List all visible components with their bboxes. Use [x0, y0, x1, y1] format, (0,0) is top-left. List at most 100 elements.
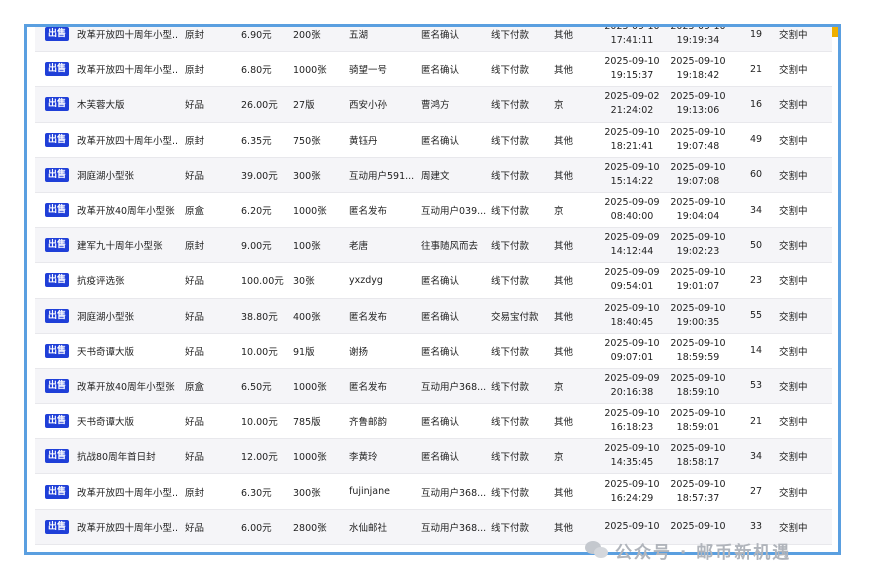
- deal-time: 2025-09-10 19:13:06: [667, 87, 729, 121]
- seller-name[interactable]: yxzdyg: [349, 263, 417, 297]
- deal-clock: 19:02:23: [676, 246, 720, 258]
- shipping-region: 京: [554, 381, 564, 393]
- item-name[interactable]: 建军九十周年小型张: [77, 228, 177, 262]
- seller-name[interactable]: 老唐: [349, 228, 417, 262]
- table-row[interactable]: 出售 改革开放四十周年小型... 原封 6.30元 300张 fujinjane 互动用户3…: [35, 474, 832, 510]
- buyer-name: 周建文: [421, 170, 450, 182]
- deal-date: 2025-09-10: [670, 91, 726, 103]
- post-date: 2025-09-10: [604, 27, 659, 34]
- item-price: 6.80元: [241, 65, 272, 77]
- status-badge: 交割中: [779, 206, 808, 218]
- item-price: 6.00元: [241, 522, 272, 534]
- seller-name[interactable]: fujinjane: [349, 474, 417, 508]
- seller-name[interactable]: 匿名发布: [349, 193, 417, 227]
- deal-date: 2025-09-10: [670, 56, 726, 68]
- table-row[interactable]: 出售 改革开放四十周年小型... 原封 6.35元 750张 黄钰丹 匿名确认 线下付款 其他 2…: [35, 123, 832, 158]
- table-row[interactable]: 出售 洞庭湖小型张 好品 38.80元 400张 匿名发布 匿名确认 交易宝付款 其他 2025-…: [35, 298, 832, 334]
- shipping-region: 其他: [554, 276, 574, 288]
- item-name[interactable]: 改革开放40周年小型张: [77, 193, 177, 227]
- table-row[interactable]: 出售 改革开放40周年小型张 原盒 6.50元 1000张 匿名发布 互动用户368... 线…: [35, 368, 832, 405]
- buyer-name: 匿名确认: [421, 30, 460, 42]
- seller-name[interactable]: 黄钰丹: [349, 123, 417, 157]
- item-quantity: 1000张: [293, 381, 327, 393]
- table-row[interactable]: 出售 建军九十周年小型张 原封 9.00元 100张 老唐 往事随风而去 线下付款 其他 2025…: [35, 228, 832, 264]
- table-row[interactable]: 出售 木芙蓉大版 好品 26.00元 27版 西安小孙 曹鸿方 线下付款 京 2025-09-02…: [35, 87, 832, 123]
- status-badge: 交割中: [779, 346, 808, 358]
- deal-clock: 19:07:08: [676, 175, 720, 187]
- seller-name[interactable]: 匿名发布: [349, 369, 417, 403]
- seller-name[interactable]: 五湖: [349, 27, 417, 51]
- seller-name[interactable]: 齐鲁邮韵: [349, 404, 417, 438]
- table-row[interactable]: 出售 改革开放40周年小型张 原盒 6.20元 1000张 匿名发布 互动用户039... 线…: [35, 193, 832, 229]
- payment-method: 线下付款: [491, 417, 530, 429]
- item-name[interactable]: 改革开放四十周年小型...: [77, 123, 177, 157]
- post-time: 2025-09-09 09:54:01: [601, 263, 663, 297]
- table-row[interactable]: 出售改革开放四十周年小型... 原封 6.90元 200张 五湖匿名确认 线下付款 其他 20…: [35, 27, 832, 53]
- deal-time: 2025-09-10 19:01:07: [667, 263, 729, 297]
- table-row[interactable]: 出售 天书奇谭大版 好品 10.00元 785版 齐鲁邮韵 匿名确认 线下付款 其他 2025-0…: [35, 404, 832, 440]
- sell-tag: 出售: [45, 343, 70, 358]
- item-name[interactable]: 天书奇谭大版: [77, 404, 177, 438]
- shipping-region: 其他: [554, 30, 574, 42]
- post-date: 2025-09-10: [604, 337, 660, 349]
- seller-name[interactable]: 骑望一号: [349, 52, 417, 86]
- deal-clock: 19:19:34: [676, 35, 720, 47]
- item-name[interactable]: 改革开放四十周年小型...: [77, 474, 177, 508]
- view-count: 50: [749, 239, 763, 251]
- item-condition: 好品: [185, 276, 205, 288]
- post-time: 2025-09-09 14:12:44: [601, 228, 663, 262]
- sell-tag: 出售: [45, 484, 70, 499]
- item-name[interactable]: 洞庭湖小型张: [77, 158, 177, 192]
- seller-name[interactable]: 水仙邮社: [349, 510, 417, 544]
- item-price: 6.50元: [241, 381, 272, 393]
- table-row[interactable]: 出售 洞庭湖小型张 好品 39.00元 300张 互动用户591... 周建文 线下付款 其他 2…: [35, 157, 832, 193]
- item-name[interactable]: 洞庭湖小型张: [77, 299, 177, 333]
- buyer-name: 往事随风而去: [421, 241, 479, 253]
- view-count: 53: [749, 380, 763, 392]
- trade-rows: 出售改革开放四十周年小型...原封6.90元200张五湖匿名确认线下付款其他20…: [35, 27, 832, 545]
- item-condition: 好品: [185, 522, 205, 534]
- sell-tag-cell: 出售: [45, 263, 75, 297]
- item-name[interactable]: 改革开放四十周年小型...: [77, 510, 177, 544]
- shipping-region: 其他: [554, 311, 574, 323]
- deal-clock: 18:59:01: [676, 422, 720, 434]
- deal-date: 2025-09-10: [670, 27, 725, 34]
- status-badge: 交割中: [779, 170, 808, 182]
- seller-name[interactable]: 匿名发布: [349, 299, 417, 333]
- table-row[interactable]: 出售 抗疫评选张 好品 100.00元 30张 yxzdyg 匿名确认 线下付款 其他 2025-…: [35, 263, 832, 299]
- sell-tag-cell: 出售: [45, 404, 75, 438]
- payment-method: 线下付款: [491, 30, 530, 42]
- item-quantity: 91版: [293, 346, 315, 358]
- item-quantity: 300张: [293, 170, 321, 182]
- shipping-region: 京: [554, 100, 564, 112]
- item-name[interactable]: 抗疫评选张: [77, 263, 177, 297]
- seller-name[interactable]: 李黄玲: [349, 439, 417, 473]
- item-name[interactable]: 改革开放40周年小型张: [77, 369, 177, 403]
- post-time: 2025-09-10 09:07:01: [601, 334, 663, 368]
- item-quantity: 1000张: [293, 452, 327, 464]
- item-name[interactable]: 改革开放四十周年小型...: [77, 52, 177, 86]
- item-name[interactable]: 天书奇谭大版: [77, 334, 177, 368]
- deal-time: 2025-09-10 19:07:08: [667, 158, 729, 192]
- payment-method: 线下付款: [491, 170, 530, 182]
- seller-name[interactable]: 互动用户591...: [349, 158, 417, 192]
- item-name[interactable]: 木芙蓉大版: [77, 87, 177, 121]
- table-row[interactable]: 出售 抗战80周年首日封 好品 12.00元 1000张 李黄玲 匿名确认 线下付款 京 2025…: [35, 439, 832, 475]
- sell-tag: 出售: [45, 308, 70, 323]
- post-date: 2025-09-10: [604, 520, 660, 532]
- seller-name[interactable]: 西安小孙: [349, 87, 417, 121]
- item-condition: 好品: [185, 170, 205, 182]
- deal-date: 2025-09-10: [670, 232, 726, 244]
- table-row[interactable]: 出售 改革开放四十周年小型... 原封 6.80元 1000张 骑望一号 匿名确认 线下付款 其…: [35, 52, 832, 88]
- post-date: 2025-09-10: [604, 56, 660, 68]
- seller-name[interactable]: 谢扬: [349, 334, 417, 368]
- item-price: 6.90元: [241, 30, 272, 42]
- table-row[interactable]: 出售 天书奇谭大版 好品 10.00元 91版 谢扬 匿名确认 线下付款 其他 2025-09-1…: [35, 334, 832, 369]
- post-date: 2025-09-09: [604, 197, 660, 209]
- item-name[interactable]: 改革开放四十周年小型...: [77, 27, 177, 51]
- sell-tag-cell: 出售: [45, 27, 75, 51]
- item-condition: 原封: [185, 135, 205, 147]
- item-name[interactable]: 抗战80周年首日封: [77, 439, 177, 473]
- sell-tag: 出售: [45, 167, 70, 182]
- payment-method: 线下付款: [491, 206, 530, 218]
